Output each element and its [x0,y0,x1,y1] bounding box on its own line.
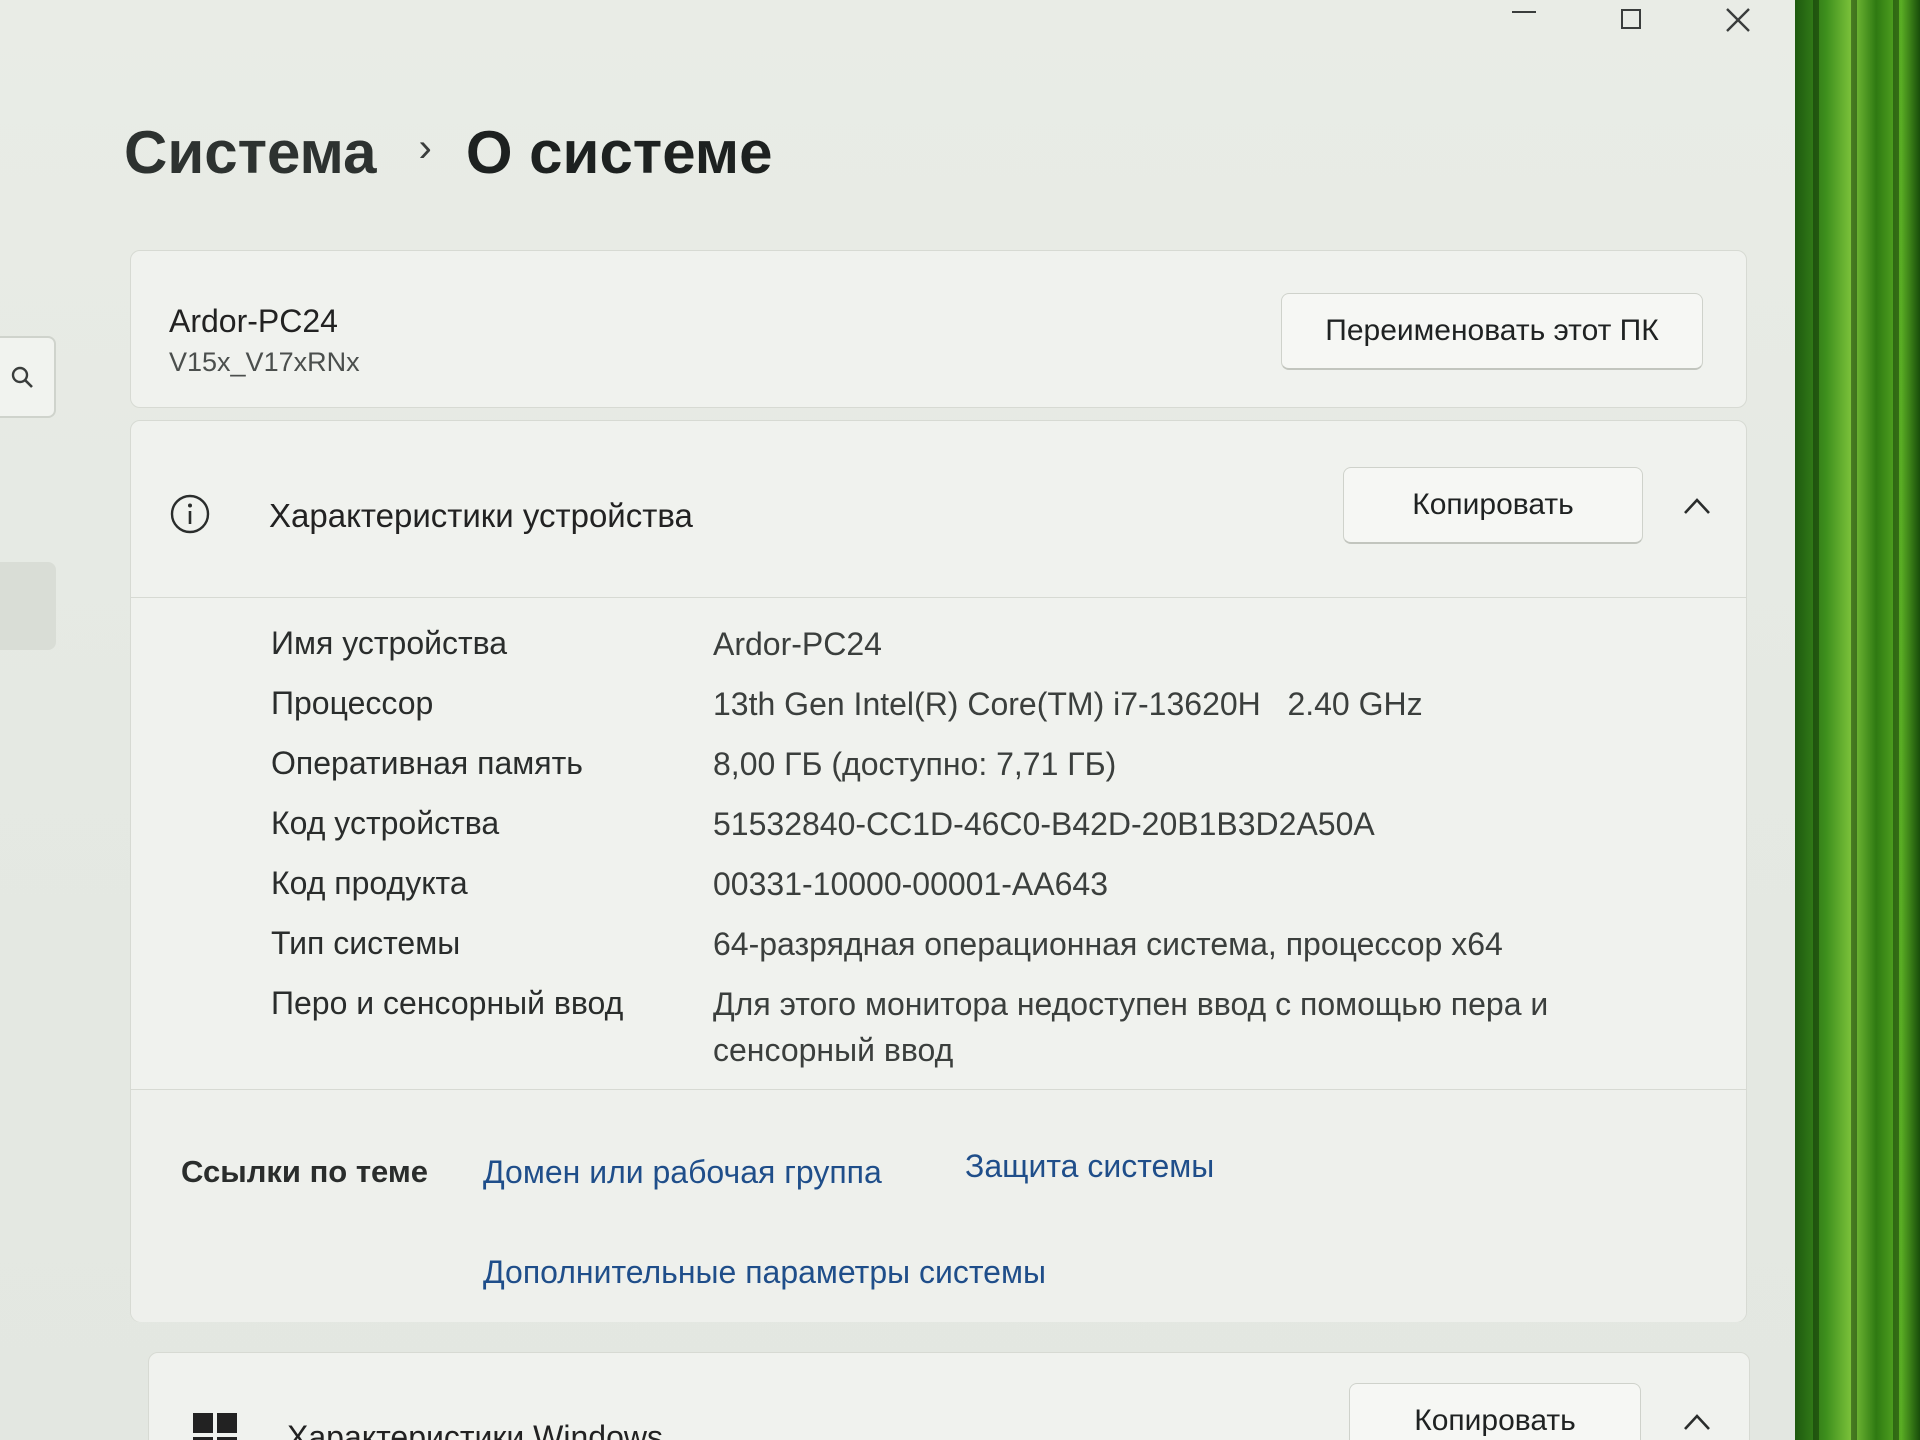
maximize-icon [1621,9,1641,29]
settings-window: Система › О системе Ardor-PC24 V15x_V17x… [0,0,1795,1440]
device-specs-card: Характеристики устройства Копировать Имя… [130,420,1747,1322]
link-system-protection[interactable]: Защита системы [965,1148,1214,1185]
breadcrumb: Система › О системе [124,118,773,187]
info-icon [170,494,210,534]
windows-specs-title: Характеристики Windows [287,1419,663,1440]
related-links-label: Ссылки по теме [181,1154,429,1189]
spec-label: Перо и сенсорный ввод [271,985,624,1021]
link-advanced-system-settings[interactable]: Дополнительные параметры системы [483,1254,1046,1291]
link-domain-workgroup[interactable]: Домен или рабочая группа [483,1154,882,1191]
desktop-wallpaper [1795,0,1920,1440]
maximize-button[interactable] [1595,0,1667,44]
pc-model: V15x_V17xRNx [169,347,360,377]
spec-label: Процессор [271,685,434,721]
spec-label: Оперативная память [271,745,583,781]
related-links-section: Ссылки по теме Домен или рабочая группа … [131,1089,1746,1322]
nav-search-button[interactable] [0,336,56,418]
pc-name: Ardor-PC24 [169,303,338,339]
spec-value: 64-разрядная операционная система, проце… [713,926,1503,962]
search-icon [11,366,33,388]
pc-name-card: Ardor-PC24 V15x_V17xRNx Переименовать эт… [130,250,1747,408]
chevron-up-icon[interactable] [1679,1407,1715,1437]
spec-value: 8,00 ГБ (доступно: 7,71 ГБ) [713,746,1117,782]
wallpaper-stalk [1893,0,1899,1440]
spec-label: Тип системы [271,925,461,961]
wallpaper-stalk [1851,0,1857,1440]
spec-label: Код устройства [271,805,500,841]
nav-selected-item[interactable] [0,562,56,650]
spec-value: 00331-10000-00001-AA643 [713,866,1108,902]
spec-value: 51532840-CC1D-46C0-B42D-20B1B3D2A50A [713,806,1375,842]
device-specs-header[interactable]: Характеристики устройства Копировать [131,421,1746,598]
minimize-button[interactable] [1488,0,1560,44]
breadcrumb-parent[interactable]: Система [124,118,377,187]
copy-windows-specs-button[interactable]: Копировать [1349,1383,1641,1440]
copy-device-specs-button[interactable]: Копировать [1343,467,1643,544]
spec-label: Код продукта [271,865,468,901]
page-title: О системе [465,119,773,186]
rename-pc-button[interactable]: Переименовать этот ПК [1281,293,1703,370]
spec-value: 13th Gen Intel(R) Core(TM) i7-13620H 2.4… [713,686,1423,722]
chevron-up-icon[interactable] [1679,491,1715,521]
windows-logo-icon [193,1413,237,1440]
windows-specs-card[interactable]: Характеристики Windows Копировать [148,1352,1750,1440]
wallpaper-stalk [1813,0,1819,1440]
spec-value: Ardor-PC24 [713,626,882,662]
spec-label: Имя устройства [271,625,508,661]
close-icon [1726,8,1750,32]
spec-value: Для этого монитора недоступен ввод с пом… [713,986,1549,1068]
device-specs-title: Характеристики устройства [269,497,693,534]
close-button[interactable] [1702,0,1774,44]
minimize-icon [1512,11,1536,13]
chevron-right-icon: › [418,126,432,170]
